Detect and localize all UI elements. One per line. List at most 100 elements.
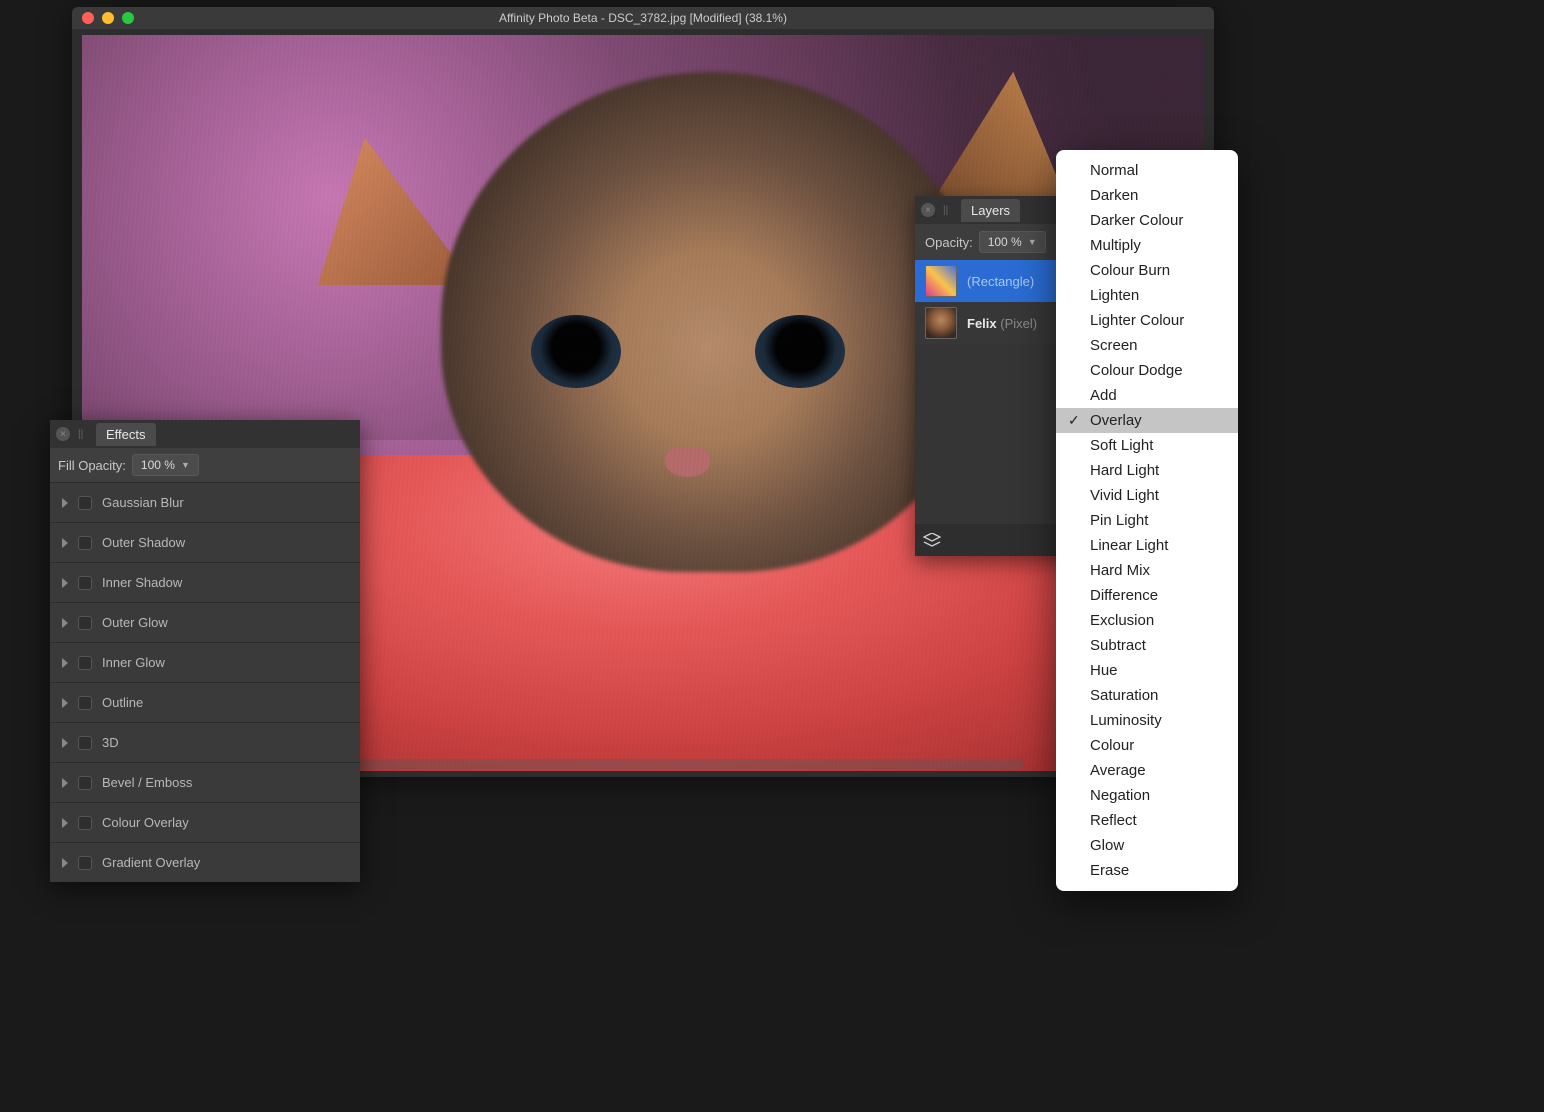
- effect-row[interactable]: Inner Shadow: [50, 562, 360, 602]
- opacity-label: Opacity:: [925, 235, 973, 250]
- layer-label: (Rectangle): [967, 274, 1034, 289]
- effect-label: Outer Glow: [102, 615, 168, 630]
- zoom-window-button[interactable]: [122, 12, 134, 24]
- effect-row[interactable]: Gaussian Blur: [50, 482, 360, 522]
- blend-mode-item[interactable]: Vivid Light: [1056, 483, 1238, 508]
- blend-mode-item[interactable]: Glow: [1056, 833, 1238, 858]
- effect-checkbox[interactable]: [78, 696, 92, 710]
- effect-label: Outline: [102, 695, 143, 710]
- blend-mode-item[interactable]: Negation: [1056, 783, 1238, 808]
- blend-mode-item[interactable]: Colour Dodge: [1056, 358, 1238, 383]
- disclosure-triangle-icon[interactable]: [62, 818, 68, 828]
- effect-checkbox[interactable]: [78, 656, 92, 670]
- fill-opacity-row: Fill Opacity: 100 % ▼: [50, 448, 360, 482]
- horizontal-scrollbar[interactable]: [262, 759, 1025, 769]
- close-panel-icon[interactable]: ×: [56, 427, 70, 441]
- effect-label: Outer Shadow: [102, 535, 185, 550]
- effect-row[interactable]: Gradient Overlay: [50, 842, 360, 882]
- effect-row[interactable]: 3D: [50, 722, 360, 762]
- effects-panel-header[interactable]: × || Effects: [50, 420, 360, 448]
- effects-panel: × || Effects Fill Opacity: 100 % ▼ Gauss…: [50, 420, 360, 882]
- window-title: Affinity Photo Beta - DSC_3782.jpg [Modi…: [72, 11, 1214, 25]
- effect-checkbox[interactable]: [78, 856, 92, 870]
- blend-mode-item[interactable]: Lighter Colour: [1056, 308, 1238, 333]
- blend-mode-item[interactable]: Hard Mix: [1056, 558, 1238, 583]
- blend-mode-item[interactable]: Soft Light: [1056, 433, 1238, 458]
- effect-checkbox[interactable]: [78, 616, 92, 630]
- opacity-dropdown[interactable]: 100 % ▼: [979, 231, 1046, 253]
- blend-mode-item[interactable]: Linear Light: [1056, 533, 1238, 558]
- effect-label: Bevel / Emboss: [102, 775, 192, 790]
- disclosure-triangle-icon[interactable]: [62, 738, 68, 748]
- panel-grip-icon[interactable]: ||: [943, 205, 953, 216]
- effect-row[interactable]: Outline: [50, 682, 360, 722]
- blend-mode-item[interactable]: Hue: [1056, 658, 1238, 683]
- blend-mode-item[interactable]: Overlay: [1056, 408, 1238, 433]
- effect-checkbox[interactable]: [78, 576, 92, 590]
- blend-mode-menu: NormalDarkenDarker ColourMultiplyColour …: [1056, 150, 1238, 891]
- effect-checkbox[interactable]: [78, 776, 92, 790]
- blend-mode-item[interactable]: Darker Colour: [1056, 208, 1238, 233]
- blend-mode-item[interactable]: Colour Burn: [1056, 258, 1238, 283]
- opacity-value: 100 %: [988, 235, 1022, 249]
- blend-mode-item[interactable]: Exclusion: [1056, 608, 1238, 633]
- blend-mode-item[interactable]: Hard Light: [1056, 458, 1238, 483]
- disclosure-triangle-icon[interactable]: [62, 778, 68, 788]
- close-panel-icon[interactable]: ×: [921, 203, 935, 217]
- disclosure-triangle-icon[interactable]: [62, 498, 68, 508]
- panel-grip-icon[interactable]: ||: [78, 429, 88, 440]
- blend-mode-item[interactable]: Screen: [1056, 333, 1238, 358]
- blend-mode-item[interactable]: Multiply: [1056, 233, 1238, 258]
- close-window-button[interactable]: [82, 12, 94, 24]
- blend-mode-item[interactable]: Luminosity: [1056, 708, 1238, 733]
- blend-mode-item[interactable]: Pin Light: [1056, 508, 1238, 533]
- effect-checkbox[interactable]: [78, 736, 92, 750]
- disclosure-triangle-icon[interactable]: [62, 658, 68, 668]
- minimize-window-button[interactable]: [102, 12, 114, 24]
- effect-row[interactable]: Bevel / Emboss: [50, 762, 360, 802]
- disclosure-triangle-icon[interactable]: [62, 578, 68, 588]
- blend-mode-item[interactable]: Average: [1056, 758, 1238, 783]
- fill-opacity-label: Fill Opacity:: [58, 458, 126, 473]
- effect-row[interactable]: Outer Glow: [50, 602, 360, 642]
- layer-thumbnail[interactable]: [925, 265, 957, 297]
- effect-checkbox[interactable]: [78, 496, 92, 510]
- layer-name: Felix: [967, 316, 1000, 331]
- disclosure-triangle-icon[interactable]: [62, 698, 68, 708]
- fill-opacity-value: 100 %: [141, 458, 175, 472]
- effect-label: Inner Glow: [102, 655, 165, 670]
- effect-label: Inner Shadow: [102, 575, 182, 590]
- blend-mode-item[interactable]: Saturation: [1056, 683, 1238, 708]
- blend-mode-item[interactable]: Add: [1056, 383, 1238, 408]
- blend-mode-item[interactable]: Colour: [1056, 733, 1238, 758]
- blend-mode-item[interactable]: Normal: [1056, 158, 1238, 183]
- effects-tab[interactable]: Effects: [96, 423, 156, 446]
- effects-list: Gaussian Blur Outer Shadow Inner Shadow Out…: [50, 482, 360, 882]
- layer-label: Felix (Pixel): [967, 316, 1037, 331]
- disclosure-triangle-icon[interactable]: [62, 618, 68, 628]
- layer-type: (Pixel): [1000, 316, 1037, 331]
- disclosure-triangle-icon[interactable]: [62, 538, 68, 548]
- effect-checkbox[interactable]: [78, 816, 92, 830]
- layer-group-icon[interactable]: [923, 531, 941, 549]
- blend-mode-item[interactable]: Subtract: [1056, 633, 1238, 658]
- fill-opacity-dropdown[interactable]: 100 % ▼: [132, 454, 199, 476]
- effect-checkbox[interactable]: [78, 536, 92, 550]
- effect-label: 3D: [102, 735, 119, 750]
- blend-mode-item[interactable]: Lighten: [1056, 283, 1238, 308]
- effect-row[interactable]: Outer Shadow: [50, 522, 360, 562]
- blend-mode-item[interactable]: Darken: [1056, 183, 1238, 208]
- effect-label: Gradient Overlay: [102, 855, 200, 870]
- layer-thumbnail[interactable]: [925, 307, 957, 339]
- blend-mode-item[interactable]: Reflect: [1056, 808, 1238, 833]
- chevron-down-icon: ▼: [1028, 237, 1037, 247]
- effect-row[interactable]: Colour Overlay: [50, 802, 360, 842]
- chevron-down-icon: ▼: [181, 460, 190, 470]
- blend-mode-item[interactable]: Erase: [1056, 858, 1238, 883]
- layers-tab[interactable]: Layers: [961, 199, 1020, 222]
- layer-type: (Rectangle): [967, 274, 1034, 289]
- titlebar: Affinity Photo Beta - DSC_3782.jpg [Modi…: [72, 7, 1214, 29]
- effect-row[interactable]: Inner Glow: [50, 642, 360, 682]
- disclosure-triangle-icon[interactable]: [62, 858, 68, 868]
- blend-mode-item[interactable]: Difference: [1056, 583, 1238, 608]
